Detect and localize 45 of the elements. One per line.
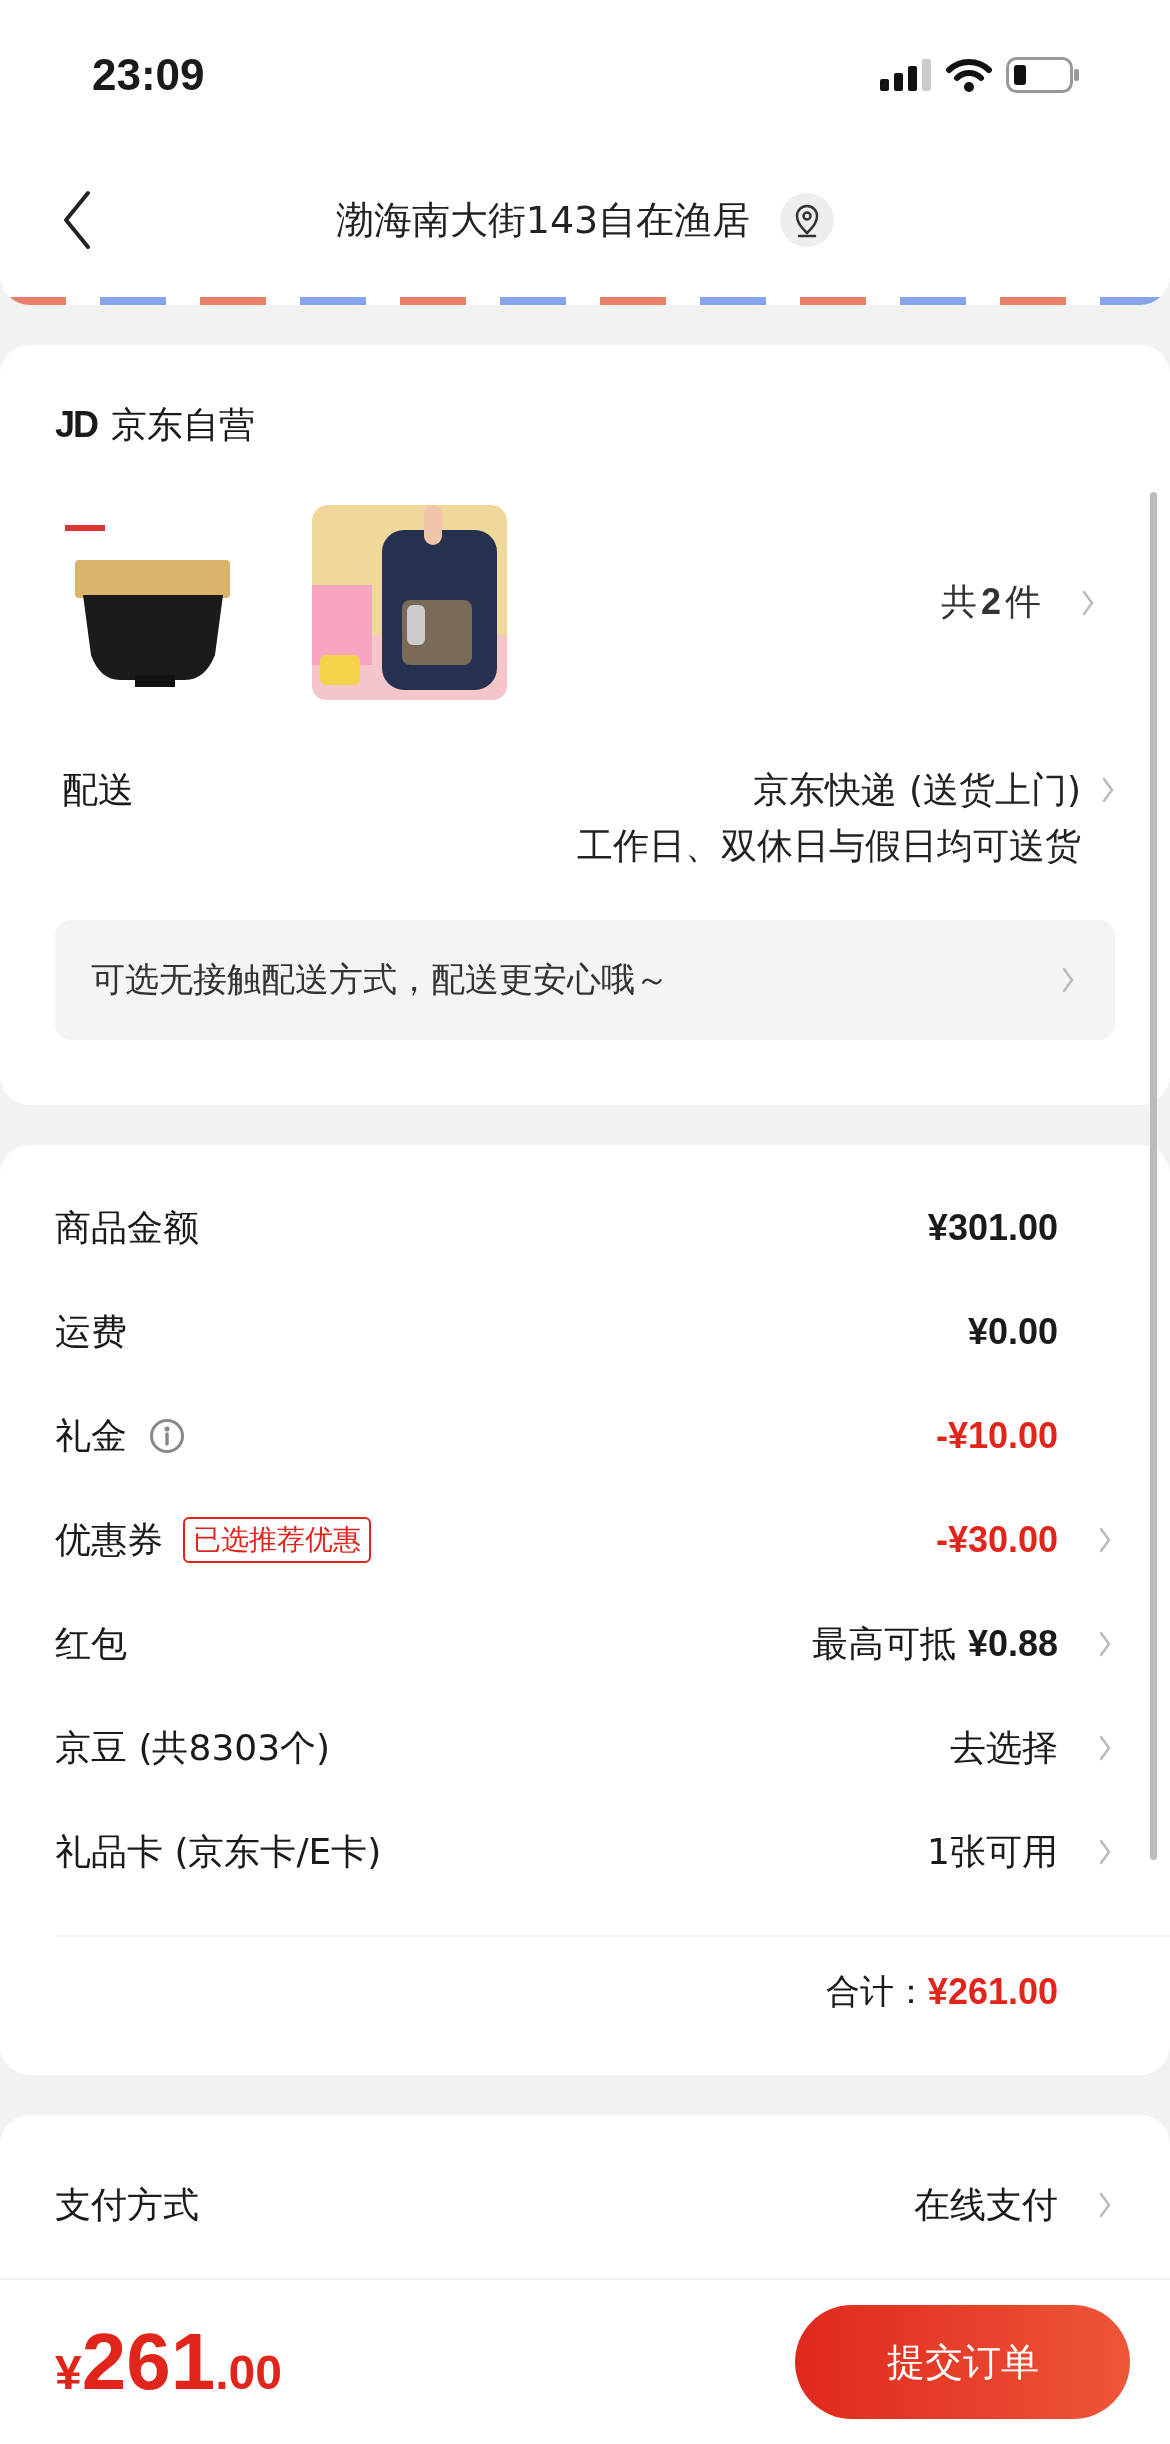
row-value[interactable]: 最高可抵 ¥0.88 [812, 1619, 1058, 1669]
payment-label: 支付方式 [55, 2182, 199, 2227]
address-title[interactable]: 渤海南大街143自在渔居 [335, 194, 751, 246]
chevron-icon[interactable] [1098, 1734, 1112, 1762]
location-icon[interactable] [780, 193, 835, 247]
row-label: 运费 [55, 1309, 127, 1354]
chevron-icon[interactable] [1098, 1526, 1112, 1554]
row-value[interactable]: 1张可用 [927, 1827, 1058, 1877]
shop-name: 京东自营 [111, 402, 256, 447]
contactless-delivery-banner[interactable]: 可选无接触配送方式，配送更安心哦～ [55, 920, 1115, 1040]
coupon-tag: 已选推荐优惠 [183, 1517, 371, 1563]
jd-logo: JD [55, 404, 98, 446]
info-icon[interactable] [149, 1418, 185, 1454]
signal-icon [880, 59, 932, 91]
delivery-schedule: 工作日、双休日与假日均可送货 [577, 824, 1081, 868]
status-time: 23:09 [92, 50, 205, 100]
row-label: 京豆 (共8303个) [55, 1725, 331, 1770]
back-icon[interactable] [62, 190, 92, 250]
banner-text: 可选无接触配送方式，配送更安心哦～ [91, 958, 669, 1001]
total-price: ¥261.00 [55, 2316, 282, 2408]
chevron-icon[interactable] [1098, 1838, 1112, 1866]
subtotal-value: ¥261.00 [927, 1971, 1058, 2013]
row-value: ¥301.00 [927, 1207, 1058, 1249]
submit-order-button[interactable]: 提交订单 [795, 2305, 1130, 2419]
delivery-method[interactable]: 京东快递 (送货上门) [753, 762, 1081, 818]
row-label: 红包 [55, 1621, 127, 1666]
wifi-icon [946, 58, 992, 92]
row-label: 礼金 [55, 1413, 127, 1458]
row-label: 商品金额 [55, 1205, 199, 1250]
delivery-label: 配送 [62, 768, 134, 812]
row-value[interactable]: -¥30.00 [935, 1519, 1058, 1561]
chevron-icon[interactable] [1101, 776, 1115, 804]
row-value: -¥10.00 [935, 1415, 1058, 1457]
row-label: 礼品卡 (京东卡/E卡) [55, 1829, 382, 1874]
chevron-icon[interactable] [1098, 1630, 1112, 1658]
chevron-icon [1061, 966, 1075, 994]
item-count[interactable]: 共2件 [940, 578, 1041, 627]
row-value: ¥0.00 [967, 1311, 1058, 1353]
subtotal-label: 合计： [825, 1970, 928, 2013]
payment-value[interactable]: 在线支付 [914, 2180, 1058, 2230]
battery-icon [1006, 57, 1080, 93]
chevron-icon[interactable] [1098, 2191, 1112, 2219]
row-value[interactable]: 去选择 [950, 1723, 1058, 1773]
chevron-icon[interactable] [1081, 588, 1095, 617]
row-label: 优惠券 [55, 1517, 163, 1562]
